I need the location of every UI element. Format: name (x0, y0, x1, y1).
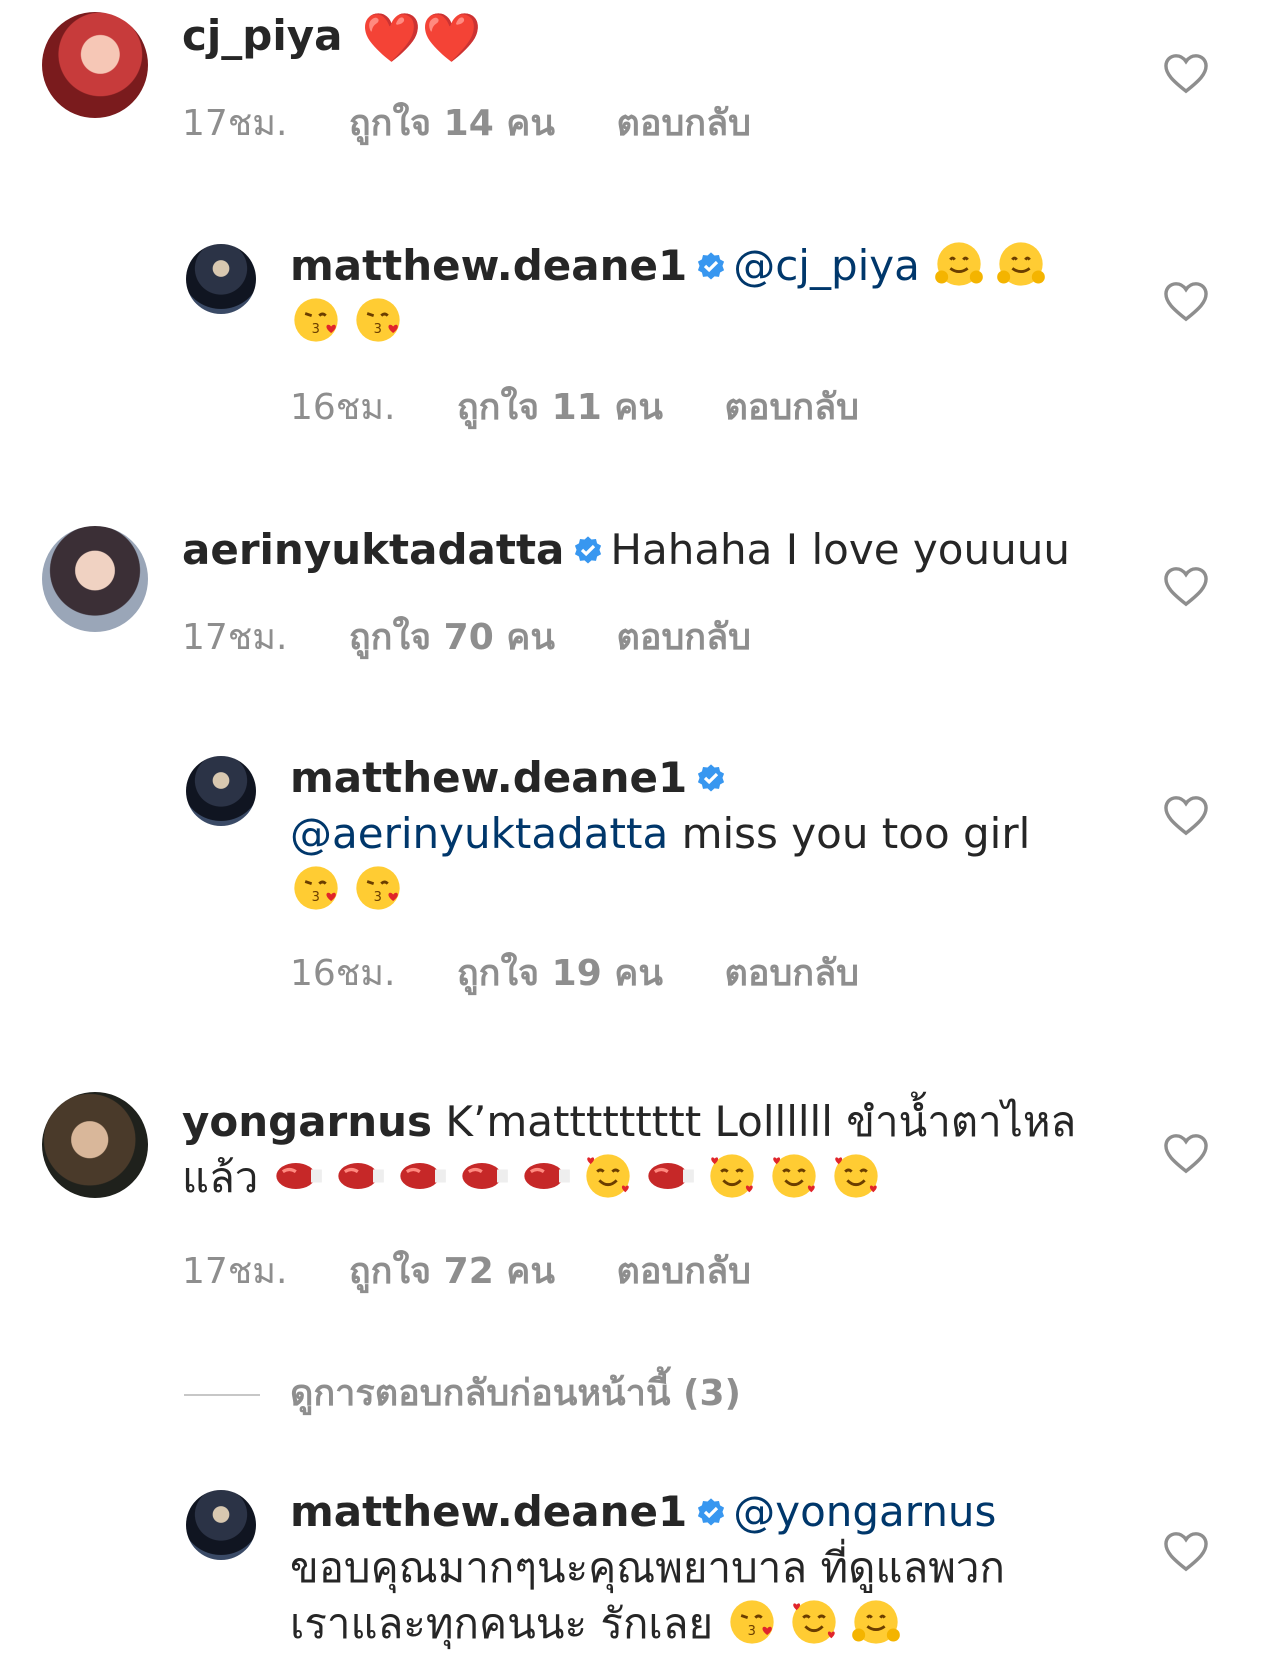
smiling-face-with-hearts-icon (586, 1154, 630, 1198)
username[interactable]: aerinyuktadatta (182, 525, 564, 574)
username[interactable]: matthew.deane1 (290, 241, 687, 290)
avatar[interactable] (42, 526, 148, 632)
comment-body: matthew.deane1 @aerinyuktadatta miss you… (290, 750, 1110, 918)
comment-text: ขอบคุณมากๆนะคุณพยาบาล ที่ดูแลพวก (290, 1543, 1005, 1592)
comment-body: matthew.deane1 @yongarnus ขอบคุณมากๆนะคุณ… (290, 1484, 1120, 1652)
kissing-face-icon: 3 (294, 866, 338, 910)
boxing-glove-icon (524, 1163, 570, 1189)
comment-text: K’mattttttttt Lollllll ขำน้ำตาไหล (445, 1097, 1077, 1146)
kissing-face-icon: 3 (356, 298, 400, 342)
boxing-glove-icon (276, 1163, 322, 1189)
comment-body: aerinyuktadatta Hahaha I love youuuu (182, 522, 1070, 578)
reply-button[interactable]: ตอบกลับ (616, 617, 751, 658)
timestamp: 16ชม. (290, 953, 396, 994)
mention-link[interactable]: @aerinyuktadatta (290, 809, 668, 858)
svg-text:3: 3 (374, 890, 382, 905)
hugging-face-icon (852, 1600, 901, 1644)
mention-link[interactable]: @cj_piya (733, 241, 920, 290)
divider (184, 1394, 260, 1396)
heart-outline-icon[interactable] (1163, 1132, 1209, 1174)
boxing-glove-icon (338, 1163, 384, 1189)
username[interactable]: matthew.deane1 (290, 1487, 687, 1536)
comment-meta: 17ชม. ถูกใจ 14 คน ตอบกลับ (182, 94, 801, 151)
username[interactable]: yongarnus (182, 1097, 432, 1146)
heart-outline-icon[interactable] (1163, 1530, 1209, 1572)
avatar[interactable] (42, 12, 148, 118)
verified-badge-icon (698, 764, 725, 792)
kissing-face-icon: 3 (356, 866, 400, 910)
comment-text: ❤️❤️ (361, 10, 482, 66)
hugging-face-icon (935, 242, 984, 286)
username[interactable]: matthew.deane1 (290, 753, 687, 802)
boxing-glove-icon (648, 1163, 694, 1189)
kissing-face-icon: 3 (730, 1600, 775, 1644)
mention-link[interactable]: @yongarnus (733, 1487, 996, 1536)
kissing-face-icon: 3 (294, 298, 338, 342)
svg-text:3: 3 (312, 890, 320, 905)
verified-badge-icon (698, 252, 725, 280)
boxing-glove-icon (400, 1163, 446, 1189)
timestamp: 17ชม. (182, 617, 288, 658)
username[interactable]: cj_piya (182, 11, 342, 60)
emoji-group: 3 (726, 1599, 912, 1648)
heart-outline-icon[interactable] (1163, 280, 1209, 322)
like-count[interactable]: ถูกใจ 70 คน (349, 617, 555, 658)
avatar[interactable] (42, 1092, 148, 1198)
timestamp: 16ชม. (290, 387, 396, 428)
comment-meta: 17ชม. ถูกใจ 72 คน ตอบกลับ (182, 1242, 801, 1299)
emoji-group (272, 1153, 892, 1202)
verified-badge-icon (575, 536, 602, 564)
like-count[interactable]: ถูกใจ 72 คน (349, 1251, 555, 1292)
svg-text:3: 3 (374, 322, 382, 337)
smiling-face-with-hearts-icon (792, 1600, 837, 1644)
timestamp: 17ชม. (182, 1251, 288, 1292)
comment-text-continued: แล้ว (182, 1153, 259, 1202)
reply-button[interactable]: ตอบกลับ (616, 1251, 751, 1292)
emoji-group: 33 (290, 865, 414, 914)
reply-button[interactable]: ตอบกลับ (616, 103, 751, 144)
heart-outline-icon[interactable] (1163, 794, 1209, 836)
svg-text:3: 3 (748, 1624, 756, 1639)
comment-text-continued: เราและทุกคนนะ รักเลย (290, 1599, 714, 1648)
hugging-face-icon (997, 242, 1046, 286)
smiling-face-with-hearts-icon (772, 1154, 816, 1198)
smiling-face-with-hearts-icon (710, 1154, 754, 1198)
smiling-face-with-hearts-icon (834, 1154, 878, 1198)
verified-badge-icon (698, 1498, 725, 1526)
comment-text: Hahaha I love youuuu (610, 525, 1070, 574)
like-count[interactable]: ถูกใจ 19 คน (457, 953, 663, 994)
comment-body: cj_piya ❤️❤️ (182, 8, 481, 66)
view-previous-replies-button[interactable]: ดูการตอบกลับก่อนหน้านี้ (3) (184, 1364, 741, 1421)
comment-body: matthew.deane1 @cj_piya 33 (290, 238, 1110, 350)
like-count[interactable]: ถูกใจ 14 คน (349, 103, 555, 144)
svg-text:3: 3 (312, 322, 320, 337)
avatar[interactable] (186, 756, 256, 826)
comment-meta: 17ชม. ถูกใจ 70 คน ตอบกลับ (182, 608, 801, 665)
emoji-group: 33 (290, 297, 414, 346)
heart-outline-icon[interactable] (1163, 52, 1209, 94)
avatar[interactable] (186, 1490, 256, 1560)
reply-button[interactable]: ตอบกลับ (724, 953, 859, 994)
view-previous-replies-label: ดูการตอบกลับก่อนหน้านี้ (3) (290, 1373, 741, 1414)
heart-outline-icon[interactable] (1163, 565, 1209, 607)
reply-button[interactable]: ตอบกลับ (724, 387, 859, 428)
comment-body: yongarnus K’mattttttttt Lollllll ขำน้ำตา… (182, 1094, 1112, 1206)
comment-meta: 16ชม. ถูกใจ 11 คน ตอบกลับ (290, 378, 909, 435)
comment-text: miss you too girl (668, 809, 1031, 858)
comment-meta: 16ชม. ถูกใจ 19 คน ตอบกลับ (290, 944, 909, 1001)
avatar[interactable] (186, 244, 256, 314)
like-count[interactable]: ถูกใจ 11 คน (457, 387, 663, 428)
timestamp: 17ชม. (182, 103, 288, 144)
boxing-glove-icon (462, 1163, 508, 1189)
emoji-group (933, 241, 1057, 290)
